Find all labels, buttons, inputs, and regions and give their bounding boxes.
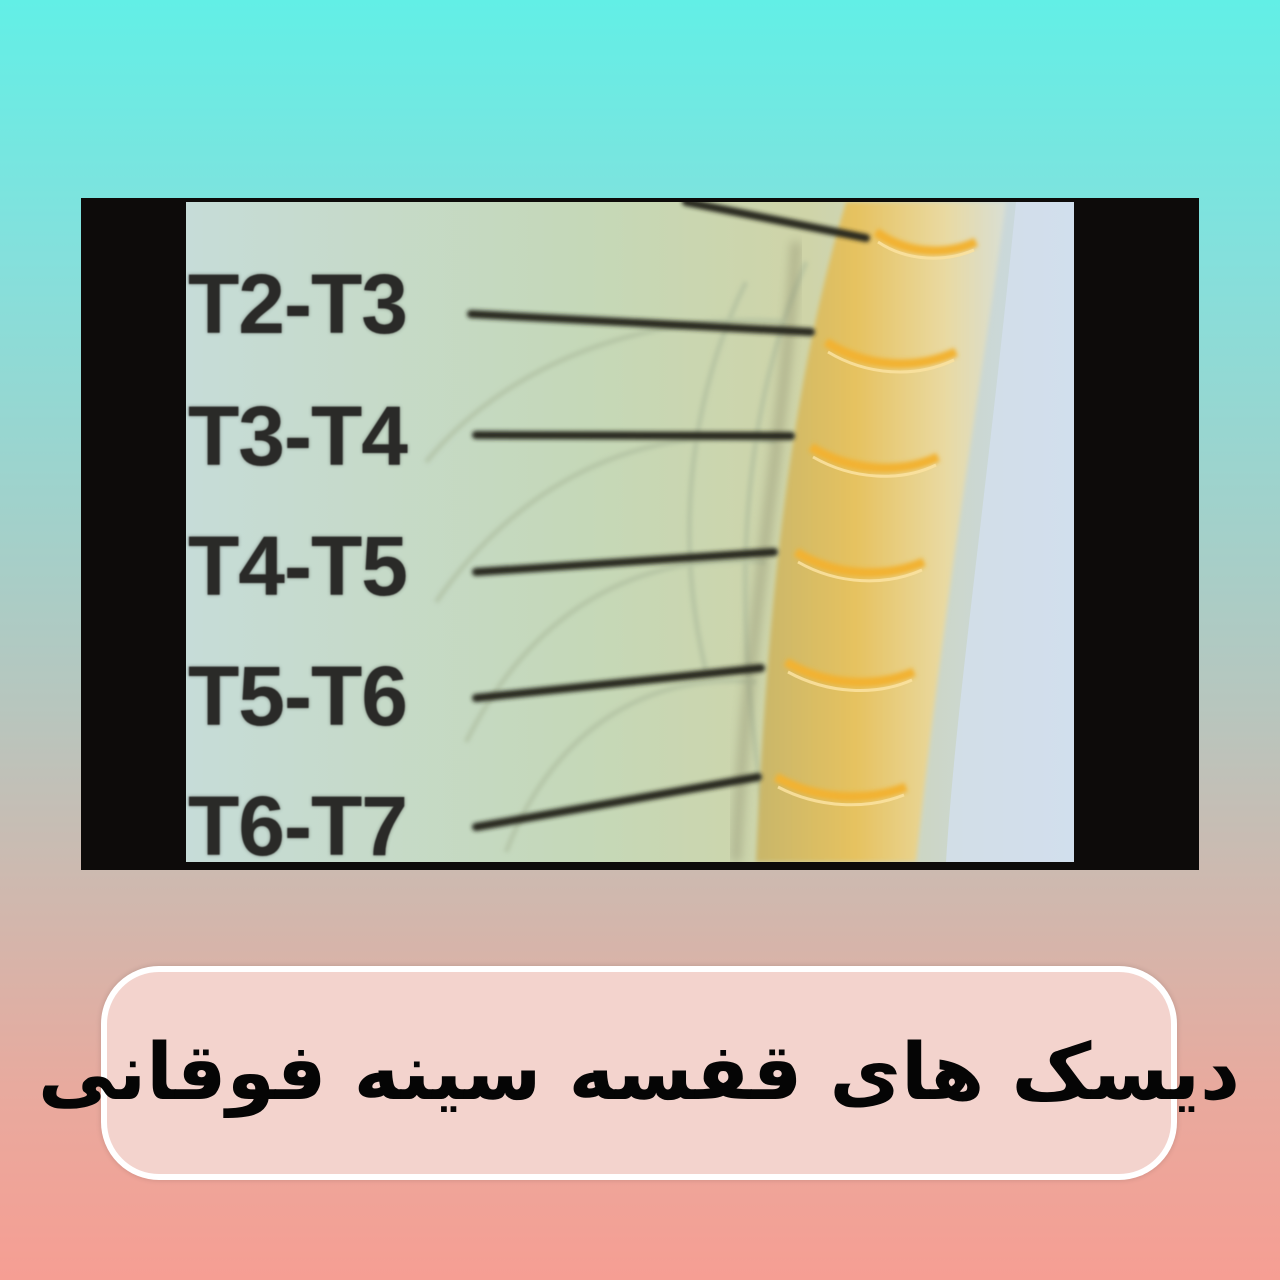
spine-illustration: T2-T3 T3-T4 T4-T5 T5-T6 T6-T7: [186, 202, 1074, 862]
disc-label-t3-t4: T3-T4: [188, 389, 408, 483]
caption-box: دیسک های قفسه سینه فوقانی: [37, 966, 1241, 1180]
caption-text: دیسک های قفسه سینه فوقانی: [37, 1028, 1241, 1118]
disc-label-t6-t7: T6-T7: [188, 779, 408, 862]
disc-label-t2-t3: T2-T3: [188, 257, 408, 351]
disc-label-t5-t6: T5-T6: [188, 649, 408, 743]
disc-label-t4-t5: T4-T5: [188, 519, 408, 613]
illustration-frame: T2-T3 T3-T4 T4-T5 T5-T6 T6-T7: [81, 198, 1199, 870]
